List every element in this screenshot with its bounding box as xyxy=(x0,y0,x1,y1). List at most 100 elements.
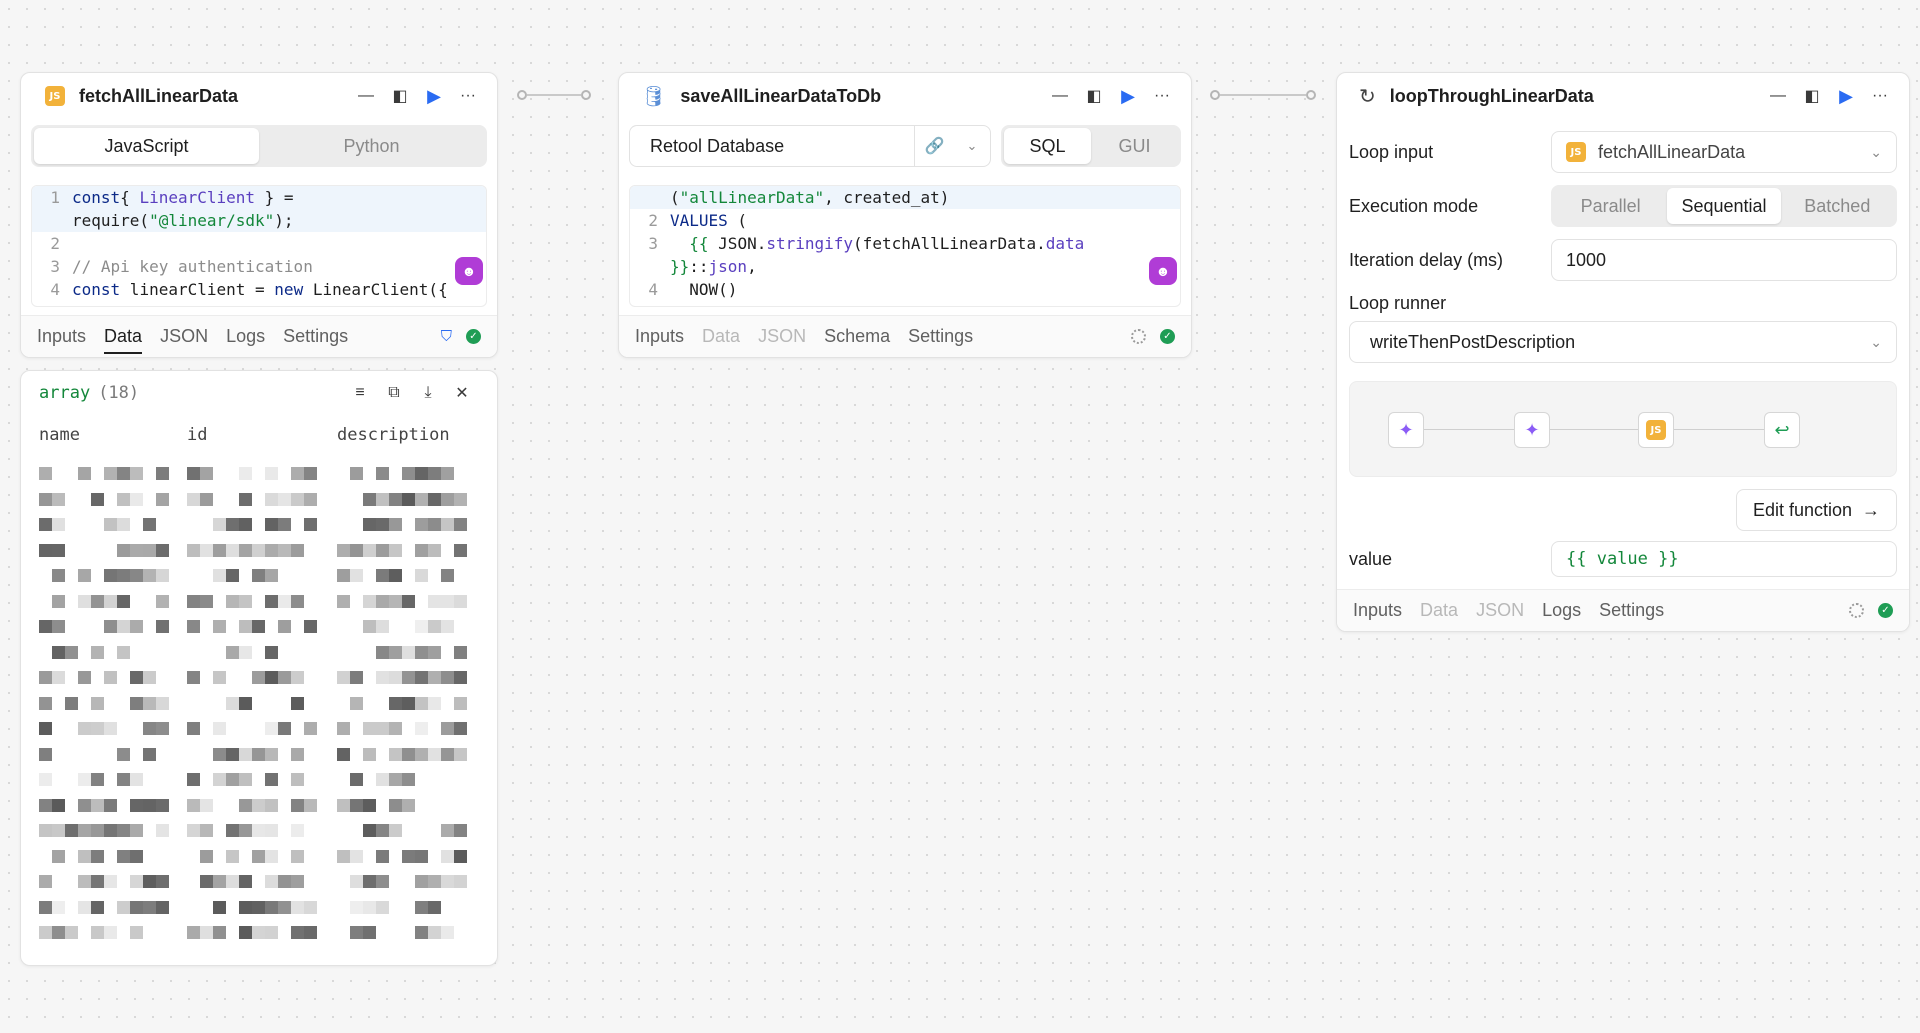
tab-data[interactable]: Data xyxy=(104,316,143,358)
run-icon[interactable]: ▶ xyxy=(1829,81,1863,111)
exec-parallel[interactable]: Parallel xyxy=(1554,188,1667,224)
iteration-delay-input[interactable]: 1000 xyxy=(1551,239,1897,281)
redacted-cell xyxy=(428,696,441,710)
tab-data[interactable]: Data xyxy=(1420,590,1458,632)
sql-editor[interactable]: ("allLinearData", created_at) 2 VALUES (3 … xyxy=(629,185,1181,307)
line-number: 4 xyxy=(50,280,60,299)
code-line[interactable]: 2 VALUES ( xyxy=(630,209,1180,232)
redacted-cell xyxy=(156,543,169,557)
redacted-cell xyxy=(143,569,156,582)
redacted-cell xyxy=(156,620,169,633)
tab-settings[interactable]: Settings xyxy=(283,316,348,358)
exec-sequential[interactable]: Sequential xyxy=(1667,188,1781,224)
split-view-icon[interactable]: ◧ xyxy=(1077,81,1111,111)
code-line[interactable]: 2 xyxy=(32,232,486,255)
exec-batched[interactable]: Batched xyxy=(1781,188,1894,224)
block-title: loopThroughLinearData xyxy=(1389,85,1594,106)
code-line[interactable]: require("@linear/sdk"); xyxy=(32,209,486,232)
save-block[interactable]: 🛢 saveAllLinearDataToDb — ◧ ▶ ··· Retool… xyxy=(618,72,1192,358)
redacted-cell xyxy=(265,773,278,786)
redacted-cell xyxy=(265,594,278,608)
ai-step-icon[interactable]: ✦ xyxy=(1514,412,1550,448)
ai-step-icon[interactable]: ✦ xyxy=(1388,412,1424,448)
more-icon[interactable]: ··· xyxy=(1145,81,1179,111)
redacted-cell xyxy=(130,798,143,812)
tab-python[interactable]: Python xyxy=(259,128,484,164)
close-icon[interactable]: ✕ xyxy=(445,378,479,408)
redacted-cell xyxy=(415,722,428,735)
redacted-cell xyxy=(239,798,252,812)
redacted-cell xyxy=(291,824,304,837)
resource-select[interactable]: Retool Database 🔗 ⌄ xyxy=(629,125,991,167)
loop-block[interactable]: ↻ loopThroughLinearData — ◧ ▶ ··· Loop i… xyxy=(1336,72,1910,632)
value-input[interactable]: {{ value }} xyxy=(1551,541,1897,577)
tab-sql[interactable]: SQL xyxy=(1004,128,1091,164)
loop-input-label: Loop input xyxy=(1349,141,1434,162)
redacted-cell xyxy=(239,926,252,939)
loop-input-select[interactable]: JS fetchAllLinearData ⌄ xyxy=(1551,131,1897,173)
code-line[interactable]: 1 const{ LinearClient } = xyxy=(32,186,486,209)
minimize-icon[interactable]: — xyxy=(1043,81,1077,111)
tab-data[interactable]: Data xyxy=(702,316,740,358)
redacted-cell xyxy=(78,467,91,480)
download-icon[interactable]: ⤓ xyxy=(411,378,445,408)
ai-assist-icon[interactable]: ☻ xyxy=(1149,257,1177,285)
fetch-block[interactable]: JS fetchAllLinearData — ◧ ▶ ··· JavaScri… xyxy=(20,72,498,358)
tab-inputs[interactable]: Inputs xyxy=(635,316,684,358)
more-icon[interactable]: ··· xyxy=(1863,81,1897,111)
redacted-cell xyxy=(291,467,304,480)
return-step-icon[interactable]: ↩ xyxy=(1764,412,1800,448)
minimize-icon[interactable]: — xyxy=(349,81,383,111)
tab-settings[interactable]: Settings xyxy=(1599,590,1664,632)
tab-schema[interactable]: Schema xyxy=(824,316,890,358)
split-view-icon[interactable]: ◧ xyxy=(383,81,417,111)
redacted-cell xyxy=(428,518,441,531)
save-block-header[interactable]: 🛢 saveAllLinearDataToDb — ◧ ▶ ··· xyxy=(619,73,1191,119)
redacted-cell xyxy=(304,492,317,506)
code-line[interactable]: }}::json, xyxy=(630,255,1180,278)
tab-javascript[interactable]: JavaScript xyxy=(34,128,259,164)
tab-json[interactable]: JSON xyxy=(758,316,806,358)
redacted-cell xyxy=(156,722,169,735)
loop-block-header[interactable]: ↻ loopThroughLinearData — ◧ ▶ ··· xyxy=(1337,73,1909,119)
tab-inputs[interactable]: Inputs xyxy=(37,316,86,358)
indent-icon[interactable]: ≡ xyxy=(343,378,377,408)
redacted-cell xyxy=(402,696,415,710)
split-view-icon[interactable]: ◧ xyxy=(1795,81,1829,111)
code-line[interactable]: 4 const linearClient = new LinearClient({ xyxy=(32,278,486,301)
tab-json[interactable]: JSON xyxy=(1476,590,1524,632)
js-step-icon[interactable]: JS xyxy=(1638,412,1674,448)
tab-logs[interactable]: Logs xyxy=(1542,590,1581,632)
fetch-block-header[interactable]: JS fetchAllLinearData — ◧ ▶ ··· xyxy=(21,73,497,119)
tab-logs[interactable]: Logs xyxy=(226,316,265,358)
link-icon[interactable]: 🔗 xyxy=(914,126,954,166)
redacted-cell xyxy=(252,849,265,863)
chevron-down-icon[interactable]: ⌄ xyxy=(954,138,990,154)
copy-icon[interactable]: ⧉ xyxy=(377,378,411,408)
redacted-cell xyxy=(376,900,389,914)
tab-gui[interactable]: GUI xyxy=(1091,128,1178,164)
redacted-cell xyxy=(376,722,389,735)
ai-assist-icon[interactable]: ☻ xyxy=(455,257,483,285)
more-icon[interactable]: ··· xyxy=(451,81,485,111)
edit-function-button[interactable]: Edit function → xyxy=(1735,489,1897,531)
loop-runner-select[interactable]: writeThenPostDescription ⌄ xyxy=(1349,321,1897,363)
redacted-cell xyxy=(402,671,415,684)
tab-inputs[interactable]: Inputs xyxy=(1353,590,1402,632)
code-line[interactable]: 3 // Api key authentication xyxy=(32,255,486,278)
tab-settings[interactable]: Settings xyxy=(908,316,973,358)
code-line[interactable]: ("allLinearData", created_at) xyxy=(630,186,1180,209)
redacted-cell xyxy=(415,849,428,863)
redacted-cell xyxy=(265,492,278,506)
code-line[interactable]: 3 {{ JSON.stringify(fetchAllLinearData.d… xyxy=(630,232,1180,255)
redacted-cell xyxy=(130,849,143,863)
redacted-cell xyxy=(143,543,156,557)
code-editor[interactable]: 1 const{ LinearClient } = require("@linear… xyxy=(31,185,487,307)
run-icon[interactable]: ▶ xyxy=(1111,81,1145,111)
minimize-icon[interactable]: — xyxy=(1761,81,1795,111)
run-icon[interactable]: ▶ xyxy=(417,81,451,111)
shield-icon[interactable]: ⛉ xyxy=(441,328,452,345)
redacted-cell xyxy=(278,594,291,608)
tab-json[interactable]: JSON xyxy=(160,316,208,358)
code-line[interactable]: 4 NOW() xyxy=(630,278,1180,301)
